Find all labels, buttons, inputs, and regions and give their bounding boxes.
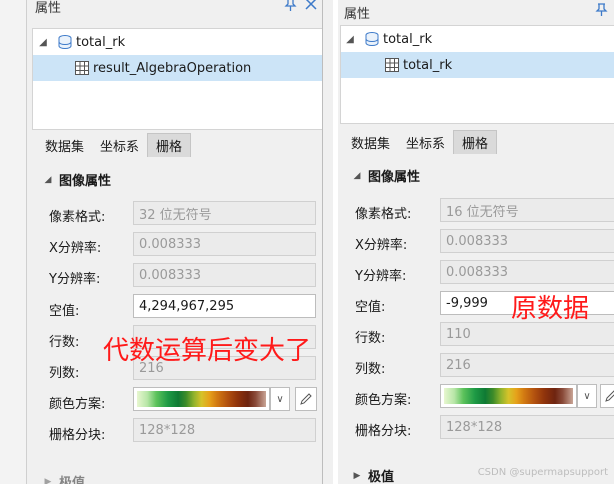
edit-pencil-icon[interactable] (295, 387, 317, 411)
right-title-bar: 属性 (338, 0, 614, 24)
nodata-label: 空值: (355, 300, 386, 315)
left-properties-panel: 属性 ◢ total_rk result_AlgebraOperation 数据… (0, 0, 333, 484)
nodata-label: 空值: (49, 304, 80, 319)
tab-raster[interactable]: 栅格 (147, 133, 192, 157)
tab-dataset[interactable]: 数据集 (343, 130, 398, 154)
color-scheme-label: 颜色方案: (49, 397, 106, 412)
columns-field: 216 (440, 353, 614, 377)
left-tab-bar: 数据集 坐标系 栅格 (37, 133, 192, 157)
color-scheme-label: 颜色方案: (355, 393, 412, 408)
raster-dataset-icon (385, 58, 399, 72)
pixel-format-label: 像素格式: (49, 210, 106, 225)
color-ramp-preview (137, 391, 266, 407)
section-collapse-icon[interactable]: ◢ (37, 175, 59, 185)
left-panel-title: 属性 (35, 0, 62, 16)
rows-field: 110 (440, 322, 614, 346)
watermark: CSDN @supermapsupport (477, 467, 608, 478)
block-size-label: 栅格分块: (49, 428, 106, 443)
section-expand-icon[interactable]: ▶ (346, 471, 368, 481)
rows-label: 行数: (355, 331, 386, 346)
dataset-tree: ◢ total_rk result_AlgebraOperation (32, 28, 323, 130)
chevron-down-icon[interactable]: ∨ (270, 387, 290, 411)
right-properties-panel: 属性 ◢ total_rk total_rk 数据集 坐标系 栅格 ◢ 图像属性… (338, 0, 614, 484)
pin-icon[interactable] (595, 3, 609, 19)
left-dock-strip (0, 0, 27, 484)
section-title: 图像属性 (368, 170, 421, 185)
collapse-arrow-icon[interactable]: ◢ (37, 37, 49, 48)
chevron-down-icon[interactable]: ∨ (577, 384, 597, 408)
extreme-values-header[interactable]: ▶ 极值 (346, 466, 394, 484)
x-resolution-label: X分辨率: (49, 241, 102, 256)
image-properties-header[interactable]: ◢ 图像属性 (37, 170, 111, 189)
tree-child-label: total_rk (403, 57, 453, 73)
annotation-after-algebra: 代数运算后变大了 (103, 336, 312, 366)
datasource-icon (364, 31, 380, 47)
pin-icon[interactable] (284, 0, 298, 14)
x-resolution-field: 0.008333 (440, 229, 614, 253)
block-size-field: 128*128 (133, 418, 316, 442)
raster-dataset-icon (75, 61, 89, 75)
block-size-field: 128*128 (440, 415, 614, 439)
extreme-values-header[interactable]: ▶ 极值 (37, 472, 85, 484)
tab-dataset[interactable]: 数据集 (37, 133, 92, 157)
tree-root-label: total_rk (383, 31, 433, 47)
block-size-label: 栅格分块: (355, 424, 412, 439)
extreme-values-title: 极值 (59, 476, 86, 484)
edit-pencil-icon[interactable] (600, 384, 614, 408)
tree-root-label: total_rk (76, 34, 126, 50)
datasource-icon (57, 34, 73, 50)
y-resolution-label: Y分辨率: (355, 269, 407, 284)
pixel-format-field: 16 位无符号 (440, 198, 614, 222)
section-expand-icon[interactable]: ▶ (37, 477, 59, 484)
columns-label: 列数: (355, 362, 386, 377)
color-ramp-preview (444, 388, 573, 404)
close-icon[interactable] (305, 0, 319, 14)
x-resolution-field: 0.008333 (133, 232, 316, 256)
collapse-arrow-icon[interactable]: ◢ (344, 34, 356, 45)
tree-item-child[interactable]: result_AlgebraOperation (33, 55, 322, 81)
dataset-tree: ◢ total_rk total_rk (340, 25, 614, 124)
tab-coordinate-system[interactable]: 坐标系 (92, 133, 147, 157)
y-resolution-field: 0.008333 (133, 263, 316, 287)
tree-item-child[interactable]: total_rk (341, 52, 614, 78)
right-panel-title: 属性 (344, 6, 371, 22)
tree-child-label: result_AlgebraOperation (93, 60, 252, 76)
columns-label: 列数: (49, 366, 80, 381)
extreme-values-title: 极值 (368, 470, 395, 484)
pixel-format-label: 像素格式: (355, 207, 412, 222)
nodata-input[interactable]: 4,294,967,295 (133, 294, 316, 318)
y-resolution-label: Y分辨率: (49, 272, 101, 287)
color-scheme-select[interactable] (440, 384, 577, 408)
right-tab-bar: 数据集 坐标系 栅格 (343, 130, 498, 154)
tab-raster[interactable]: 栅格 (453, 130, 498, 154)
tab-coordinate-system[interactable]: 坐标系 (398, 130, 453, 154)
left-panel-border (322, 0, 333, 484)
tree-item-root[interactable]: ◢ total_rk (341, 26, 614, 52)
left-panel-content: 属性 ◢ total_rk result_AlgebraOperation 数据… (27, 0, 323, 484)
image-properties-header[interactable]: ◢ 图像属性 (346, 166, 420, 185)
rows-label: 行数: (49, 335, 80, 350)
tree-item-root[interactable]: ◢ total_rk (33, 29, 322, 55)
section-title: 图像属性 (59, 174, 112, 189)
section-collapse-icon[interactable]: ◢ (346, 171, 368, 181)
left-title-bar: 属性 (27, 0, 323, 18)
annotation-original-data: 原数据 (511, 294, 590, 324)
y-resolution-field: 0.008333 (440, 260, 614, 284)
x-resolution-label: X分辨率: (355, 238, 408, 253)
color-scheme-select[interactable] (133, 387, 270, 411)
pixel-format-field: 32 位无符号 (133, 201, 316, 225)
